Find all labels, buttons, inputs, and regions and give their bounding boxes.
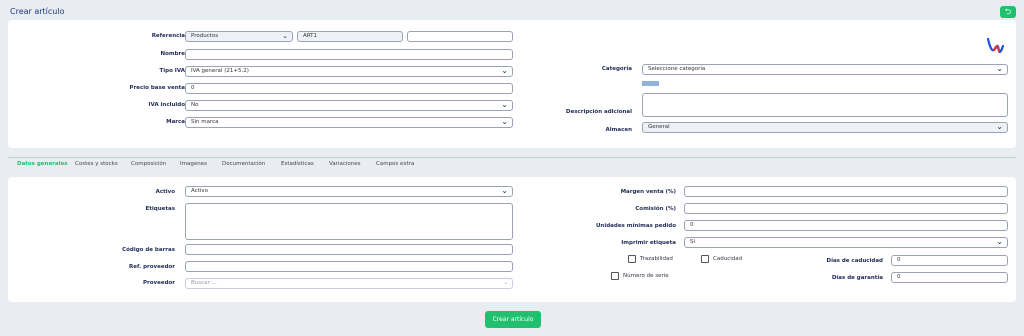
tab-datos-generales[interactable]: Datos generales bbox=[17, 161, 68, 167]
precio-field[interactable]: 0 bbox=[185, 83, 513, 94]
trazabilidad-label: Trazabilidad bbox=[640, 256, 673, 262]
descripcion-textarea[interactable] bbox=[642, 93, 1008, 117]
chevron-down-icon: ⌄ bbox=[282, 32, 288, 40]
general-card: Activo Activo ⌄ Etiquetas Código de barra… bbox=[8, 177, 1016, 302]
tab-imagenes[interactable]: Imagenes bbox=[180, 161, 207, 167]
create-article-button[interactable]: Crear artículo bbox=[485, 311, 541, 328]
caducidad-checkbox[interactable] bbox=[701, 255, 709, 263]
dias-garantia-label: Días de garantía bbox=[831, 275, 883, 281]
margen-label: Margen venta (%) bbox=[620, 189, 676, 195]
almacen-label: Almacen bbox=[605, 127, 633, 133]
trazabilidad-checkbox[interactable] bbox=[628, 255, 636, 263]
categoria-label: Categoría bbox=[601, 66, 632, 72]
dias-garantia-field[interactable]: 0 bbox=[891, 272, 1008, 283]
codigo-barras-label: Código de barras bbox=[122, 247, 175, 253]
tab-estadisticas[interactable]: Estadísticas bbox=[281, 161, 314, 167]
ref-proveedor-label: Ref. proveedor bbox=[129, 264, 175, 270]
back-arrow-icon: ⮌ bbox=[1004, 7, 1012, 16]
imprimir-label: Imprimir etiqueta bbox=[621, 240, 676, 246]
marca-select[interactable]: Sin marca ⌄ bbox=[185, 117, 513, 128]
nombre-label: Nombre bbox=[160, 51, 186, 57]
unidades-field[interactable]: 0 bbox=[684, 220, 1008, 231]
numero-serie-checkbox[interactable] bbox=[611, 272, 619, 280]
unidades-label: Unidades mínimas pedido bbox=[595, 223, 676, 229]
tab-campos-extra[interactable]: Campos extra bbox=[376, 161, 414, 167]
etiquetas-label: Etiquetas bbox=[145, 206, 175, 212]
almacen-select[interactable]: General ⌄ bbox=[642, 122, 1008, 133]
chevron-down-icon: ⌄ bbox=[501, 100, 508, 109]
proveedor-search[interactable]: Buscar ... ⌄ bbox=[185, 278, 513, 289]
tab-documentacion[interactable]: Documentación bbox=[222, 161, 265, 167]
numero-serie-label: Número de serie bbox=[623, 273, 669, 279]
chevron-down-icon: ⌄ bbox=[996, 237, 1003, 246]
dias-caducidad-field[interactable]: 0 bbox=[891, 255, 1008, 266]
descripcion-label: Descripción adicional bbox=[565, 109, 632, 115]
margen-field[interactable] bbox=[684, 186, 1008, 197]
dias-caducidad-label: Días de caducidad bbox=[826, 258, 884, 264]
chevron-down-icon: ⌄ bbox=[996, 64, 1003, 73]
activo-select[interactable]: Activo ⌄ bbox=[185, 186, 513, 197]
imprimir-select[interactable]: Sí ⌄ bbox=[684, 237, 1008, 248]
tipo-iva-select[interactable]: IVA general (21+5.2) ⌄ bbox=[185, 66, 513, 77]
comision-label: Comisión (%) bbox=[635, 206, 676, 212]
activo-label: Activo bbox=[155, 189, 175, 195]
marca-label: Marca bbox=[166, 119, 185, 125]
referencia-code-field[interactable]: ART1 bbox=[297, 31, 403, 42]
chevron-down-icon: ⌄ bbox=[501, 186, 508, 195]
chevron-down-icon: ⌄ bbox=[996, 122, 1003, 131]
categoria-select[interactable]: Seleccione categoría ⌄ bbox=[642, 64, 1008, 75]
codigo-barras-field[interactable] bbox=[185, 244, 513, 255]
caducidad-label: Caducidad bbox=[713, 256, 743, 262]
etiquetas-textarea[interactable] bbox=[185, 203, 513, 240]
tab-costes-stocks[interactable]: Costes y stocks bbox=[75, 161, 118, 167]
brand-logo-icon bbox=[986, 37, 1005, 54]
tab-composicion[interactable]: Composición bbox=[131, 161, 166, 167]
iva-incluido-select[interactable]: No ⌄ bbox=[185, 100, 513, 111]
precio-label: Precio base venta bbox=[129, 85, 185, 91]
categoria-tag bbox=[642, 81, 659, 86]
proveedor-label: Proveedor bbox=[143, 280, 175, 286]
nombre-field[interactable] bbox=[185, 49, 513, 60]
back-button[interactable]: ⮌ bbox=[1000, 6, 1016, 18]
top-card: Referencia Productos ⌄ ART1 Nombre Tipo I… bbox=[8, 20, 1016, 148]
chevron-down-icon: ⌄ bbox=[503, 280, 508, 286]
referencia-extra-field[interactable] bbox=[407, 31, 513, 42]
comision-field[interactable] bbox=[684, 203, 1008, 214]
chevron-down-icon: ⌄ bbox=[501, 66, 508, 75]
tabs-divider bbox=[8, 157, 1016, 158]
tab-variaciones[interactable]: Variaciones bbox=[329, 161, 361, 167]
ref-proveedor-field[interactable] bbox=[185, 261, 513, 272]
tipo-iva-label: Tipo IVA bbox=[159, 68, 185, 74]
page-title: Crear artículo bbox=[10, 7, 65, 16]
chevron-down-icon: ⌄ bbox=[501, 117, 508, 126]
referencia-label: Referencia bbox=[151, 33, 185, 39]
iva-incluido-label: IVA incluido bbox=[148, 102, 185, 108]
referencia-select[interactable]: Productos ⌄ bbox=[185, 31, 293, 42]
